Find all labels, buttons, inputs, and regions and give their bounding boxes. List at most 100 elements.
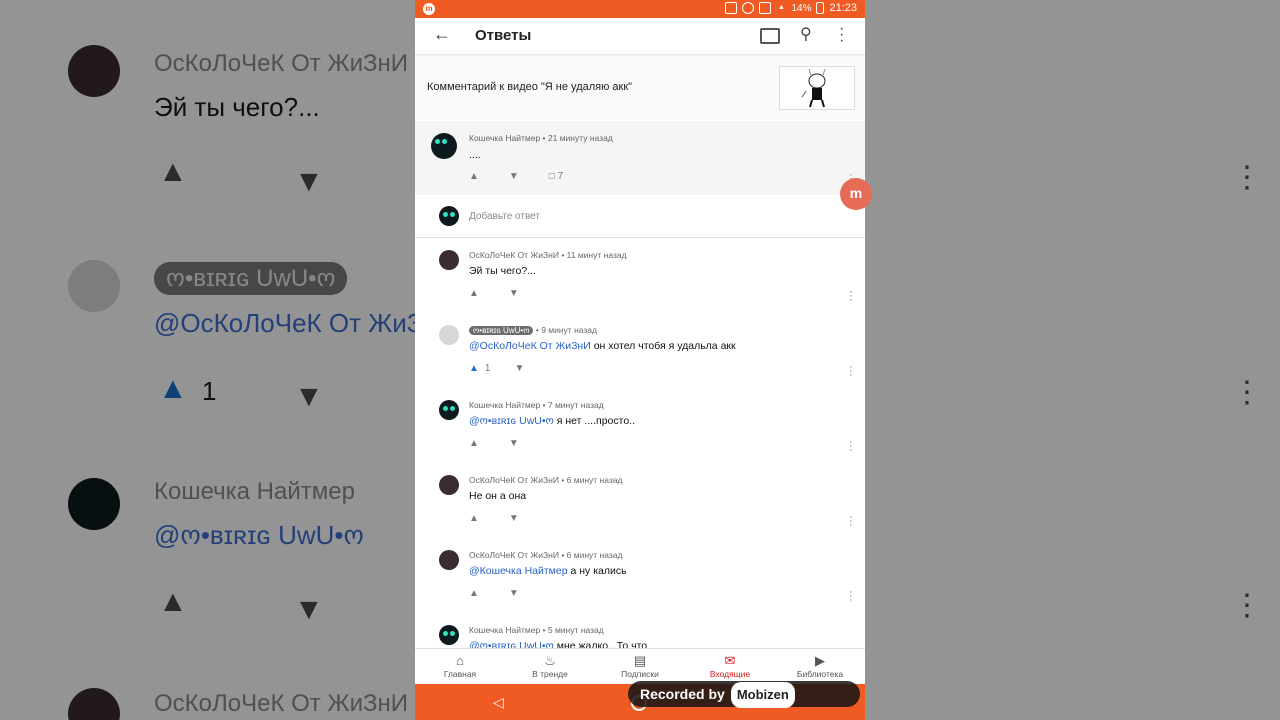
avatar[interactable]	[439, 550, 459, 570]
comment-meta: ОсКоЛоЧеК От ЖиЗнИ • 6 минут назад	[469, 475, 622, 485]
add-reply-input[interactable]: Добавьте ответ	[469, 211, 540, 222]
list-item: ОсКоЛоЧеК От ЖиЗнИ • 6 минут назад Не он…	[415, 465, 865, 540]
comment-body: Не он а она	[469, 490, 527, 502]
comment-text: Не он а она	[469, 490, 526, 502]
avatar[interactable]	[431, 133, 457, 159]
comment-author-badge[interactable]: ო•ʙɪʀɪɢ UwU•ო	[469, 326, 534, 335]
like-count: 1	[484, 363, 491, 374]
video-thumbnail[interactable]	[779, 66, 855, 110]
inbox-icon: ✉	[724, 653, 736, 668]
nav-home[interactable]: ⌂ Главная	[415, 649, 505, 685]
phone-screen: m ▲ 14% 21:23 ← Ответы ⚲ · · · Комментарий…	[415, 0, 865, 720]
comment-text: ....	[469, 149, 481, 161]
status-bar: m ▲ 14% 21:23	[415, 0, 865, 18]
library-icon: ▶	[815, 653, 825, 668]
like-icon[interactable]: ▲	[469, 513, 479, 524]
cast-status-icon	[725, 2, 738, 14]
system-back-icon[interactable]: ◁	[493, 694, 504, 711]
comment-text: Эй ты чего?...	[469, 265, 536, 277]
comment-time: 11 минут назад	[566, 250, 627, 260]
avatar[interactable]	[439, 475, 459, 495]
dislike-icon[interactable]: ▼	[509, 588, 519, 599]
dislike-icon[interactable]: ▼	[509, 513, 519, 524]
comment-body: я нет ....просто..	[556, 415, 635, 427]
comment-meta: Кошечка Найтмер • 7 минут назад	[469, 400, 604, 410]
comment-meta: ОсКоЛоЧеК От ЖиЗнИ • 6 минут назад	[469, 550, 622, 560]
comment-body: он хотел чтобя я удальла акк	[593, 340, 736, 352]
comment-author[interactable]: ОсКоЛоЧеК От ЖиЗнИ	[469, 475, 559, 485]
avatar[interactable]	[439, 400, 459, 420]
nav-trending[interactable]: ♨ В тренде	[505, 649, 595, 685]
like-icon[interactable]: ▲	[469, 438, 479, 449]
search-icon[interactable]: ⚲	[800, 24, 812, 44]
comment-meta: ო•ʙɪʀɪɢ UwU•ო • 9 минут назад	[469, 325, 597, 335]
battery-icon	[816, 2, 825, 14]
comment-time: 9 минут назад	[541, 325, 597, 335]
comment-author[interactable]: ОсКоЛоЧеК От ЖиЗнИ	[469, 250, 559, 260]
nav-inbox[interactable]: ✉ Входящие	[685, 649, 775, 685]
video-reference[interactable]: Комментарий к видео "Я не удаляю акк"	[415, 56, 865, 120]
comment-text: @Кошечка Найтмер а ну кались	[469, 565, 627, 577]
separator: •	[540, 625, 548, 635]
more-vertical-icon[interactable]: ···	[849, 512, 853, 531]
more-vertical-icon[interactable]: ···	[849, 362, 853, 381]
avatar[interactable]	[439, 625, 459, 645]
arrow-left-icon[interactable]: ←	[433, 24, 451, 45]
dislike-icon[interactable]: ▼	[509, 171, 519, 182]
comment-time: 5 минут назад	[547, 625, 604, 635]
like-icon[interactable]: ▲	[469, 588, 479, 599]
comment-meta: Кошечка Найтмер • 21 минуту назад	[469, 133, 613, 143]
more-vertical-icon[interactable]: ···	[849, 587, 853, 606]
more-vertical-icon[interactable]: ···	[839, 21, 844, 49]
separator: •	[558, 475, 567, 485]
thumbnail-drawing	[801, 68, 826, 108]
nav-subscriptions[interactable]: ▤ Подписки	[595, 649, 685, 685]
avatar[interactable]	[439, 325, 459, 345]
comment-body: а ну кались	[570, 565, 627, 577]
cast-icon[interactable]	[760, 28, 780, 44]
separator: •	[558, 550, 567, 560]
mention-link[interactable]: @Кошечка Найтмер	[469, 565, 568, 577]
comment-time: 21 минуту назад	[547, 133, 613, 143]
bottom-navigation: ⌂ Главная ♨ В тренде ▤ Подписки ✉ Входящие ▶…	[415, 648, 865, 685]
mention-link[interactable]: @ო•ʙɪʀɪɢ UwU•ო	[469, 415, 554, 427]
status-right: ▲ 14% 21:23	[725, 2, 857, 14]
comment-body: Эй ты чего?...	[469, 265, 536, 277]
dislike-icon[interactable]: ▼	[509, 288, 519, 299]
reply-count-button[interactable]: □ 7	[549, 171, 563, 182]
mention-link[interactable]: @ОсКоЛоЧеК От ЖиЗнИ	[469, 340, 591, 352]
home-icon: ⌂	[456, 653, 464, 668]
mobizen-floating-icon[interactable]: m	[840, 178, 872, 210]
comment-icon: □	[548, 171, 555, 182]
comment-time: 7 минут назад	[547, 400, 604, 410]
comment-author[interactable]: Кошечка Найтмер	[469, 400, 540, 410]
add-reply-bar[interactable]: Добавьте ответ	[415, 195, 865, 238]
comment-author[interactable]: ОсКоЛоЧеК От ЖиЗнИ	[469, 550, 559, 560]
avatar	[439, 206, 459, 226]
avatar[interactable]	[439, 250, 459, 270]
comment-text: @ო•ʙɪʀɪɢ UwU•ო я нет ....просто..	[469, 415, 635, 427]
list-item: Кошечка Найтмер • 7 минут назад @ო•ʙɪʀɪɢ…	[415, 390, 865, 465]
like-icon[interactable]: ▲	[469, 288, 479, 299]
comment-author[interactable]: Кошечка Найтмер	[469, 133, 540, 143]
list-item: ОсКоЛоЧеК От ЖиЗнИ • 11 минут назад Эй т…	[415, 240, 865, 315]
nav-label: Подписки	[621, 669, 659, 679]
reply-count: 7	[557, 171, 564, 182]
comment-meta: Кошечка Найтмер • 5 минут назад	[469, 625, 604, 635]
nfc-icon	[759, 2, 772, 14]
like-icon[interactable]: ▲	[469, 363, 479, 374]
subscriptions-icon: ▤	[633, 653, 647, 668]
like-icon[interactable]: ▲	[469, 171, 479, 182]
dislike-icon[interactable]: ▼	[509, 438, 519, 449]
comment-meta: ОсКоЛоЧеК От ЖиЗнИ • 11 минут назад	[469, 250, 627, 260]
more-vertical-icon[interactable]: ···	[849, 437, 853, 456]
recorder-label: Recorded by	[640, 686, 725, 702]
app-bar: ← Ответы ⚲ · · ·	[415, 18, 865, 55]
comment-time: 6 минут назад	[566, 475, 623, 485]
comment-author[interactable]: Кошечка Найтмер	[469, 625, 540, 635]
recorder-watermark: Recorded by Mobizen	[628, 681, 860, 708]
nav-library[interactable]: ▶ Библиотека	[775, 649, 865, 685]
dislike-icon[interactable]: ▼	[514, 363, 524, 374]
more-vertical-icon[interactable]: ···	[849, 287, 853, 306]
video-title: Комментарий к видео "Я не удаляю акк"	[427, 81, 633, 93]
